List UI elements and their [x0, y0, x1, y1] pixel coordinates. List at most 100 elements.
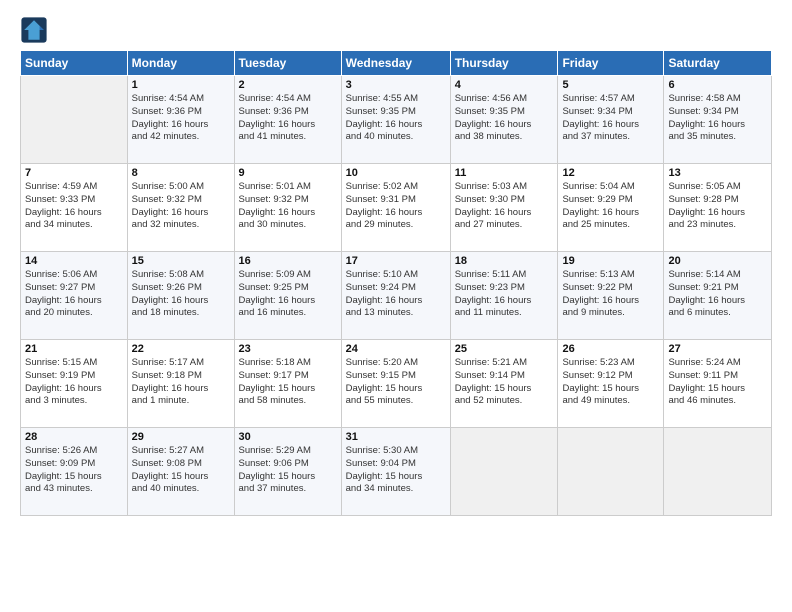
day-number: 14 [25, 255, 123, 267]
day-cell [558, 428, 664, 516]
col-header-tuesday: Tuesday [234, 51, 341, 76]
day-cell [21, 76, 128, 164]
day-info: Sunrise: 5:24 AM Sunset: 9:11 PM Dayligh… [668, 357, 767, 408]
day-cell: 3Sunrise: 4:55 AM Sunset: 9:35 PM Daylig… [341, 76, 450, 164]
day-info: Sunrise: 5:14 AM Sunset: 9:21 PM Dayligh… [668, 269, 767, 320]
day-info: Sunrise: 5:23 AM Sunset: 9:12 PM Dayligh… [562, 357, 659, 408]
week-row-4: 28 Sunrise: 5:26 AM Sunset: 9:09 PM Dayli… [21, 428, 772, 516]
day-info: Sunrise: 5:27 AM Sunset: 9:08 PM Dayligh… [132, 445, 230, 496]
day-number: 26 [562, 343, 659, 355]
day-cell: 11 Sunrise: 5:03 AM Sunset: 9:30 PM Dayli… [450, 164, 558, 252]
calendar: SundayMondayTuesdayWednesdayThursdayFrid… [20, 50, 772, 516]
day-number: 30 [239, 431, 337, 443]
day-info: Sunrise: 5:09 AM Sunset: 9:25 PM Dayligh… [239, 269, 337, 320]
calendar-header: SundayMondayTuesdayWednesdayThursdayFrid… [21, 51, 772, 76]
col-header-thursday: Thursday [450, 51, 558, 76]
day-number: 9 [239, 167, 337, 179]
day-number: 6 [668, 79, 767, 91]
day-info: Sunrise: 5:13 AM Sunset: 9:22 PM Dayligh… [562, 269, 659, 320]
day-number: 16 [239, 255, 337, 267]
header [20, 16, 772, 44]
day-number: 5 [562, 79, 659, 91]
day-info: Sunrise: 5:00 AM Sunset: 9:32 PM Dayligh… [132, 181, 230, 232]
day-info: Sunrise: 5:11 AM Sunset: 9:23 PM Dayligh… [455, 269, 554, 320]
day-info: Sunrise: 4:59 AM Sunset: 9:33 PM Dayligh… [25, 181, 123, 232]
day-number: 2 [239, 79, 337, 91]
day-info: Sunrise: 5:06 AM Sunset: 9:27 PM Dayligh… [25, 269, 123, 320]
col-header-sunday: Sunday [21, 51, 128, 76]
page: SundayMondayTuesdayWednesdayThursdayFrid… [0, 0, 792, 612]
day-cell: 15 Sunrise: 5:08 AM Sunset: 9:26 PM Dayli… [127, 252, 234, 340]
day-cell: 7 Sunrise: 4:59 AM Sunset: 9:33 PM Daylig… [21, 164, 128, 252]
col-header-friday: Friday [558, 51, 664, 76]
day-info: Sunrise: 4:55 AM Sunset: 9:35 PM Dayligh… [346, 93, 446, 144]
day-cell: 4 Sunrise: 4:56 AM Sunset: 9:35 PM Daylig… [450, 76, 558, 164]
day-info: Sunrise: 4:58 AM Sunset: 9:34 PM Dayligh… [668, 93, 767, 144]
day-info: Sunrise: 5:08 AM Sunset: 9:26 PM Dayligh… [132, 269, 230, 320]
day-cell: 9 Sunrise: 5:01 AM Sunset: 9:32 PM Daylig… [234, 164, 341, 252]
day-cell: 21 Sunrise: 5:15 AM Sunset: 9:19 PM Dayli… [21, 340, 128, 428]
day-info: Sunrise: 4:54 AM Sunset: 9:36 PM Dayligh… [132, 93, 230, 144]
header-row: SundayMondayTuesdayWednesdayThursdayFrid… [21, 51, 772, 76]
week-row-3: 21 Sunrise: 5:15 AM Sunset: 9:19 PM Dayli… [21, 340, 772, 428]
day-info: Sunrise: 4:56 AM Sunset: 9:35 PM Dayligh… [455, 93, 554, 144]
day-number: 15 [132, 255, 230, 267]
week-row-1: 7 Sunrise: 4:59 AM Sunset: 9:33 PM Daylig… [21, 164, 772, 252]
day-cell: 1 Sunrise: 4:54 AM Sunset: 9:36 PM Daylig… [127, 76, 234, 164]
day-cell: 17Sunrise: 5:10 AM Sunset: 9:24 PM Dayli… [341, 252, 450, 340]
day-info: Sunrise: 4:54 AM Sunset: 9:36 PM Dayligh… [239, 93, 337, 144]
day-number: 11 [455, 167, 554, 179]
week-row-0: 1 Sunrise: 4:54 AM Sunset: 9:36 PM Daylig… [21, 76, 772, 164]
day-info: Sunrise: 5:01 AM Sunset: 9:32 PM Dayligh… [239, 181, 337, 232]
day-cell: 24Sunrise: 5:20 AM Sunset: 9:15 PM Dayli… [341, 340, 450, 428]
day-info: Sunrise: 5:26 AM Sunset: 9:09 PM Dayligh… [25, 445, 123, 496]
day-cell: 2 Sunrise: 4:54 AM Sunset: 9:36 PM Daylig… [234, 76, 341, 164]
day-cell: 14 Sunrise: 5:06 AM Sunset: 9:27 PM Dayli… [21, 252, 128, 340]
day-info: Sunrise: 5:02 AM Sunset: 9:31 PM Dayligh… [346, 181, 446, 232]
day-number: 25 [455, 343, 554, 355]
day-cell: 30 Sunrise: 5:29 AM Sunset: 9:06 PM Dayli… [234, 428, 341, 516]
day-number: 1 [132, 79, 230, 91]
day-cell: 16 Sunrise: 5:09 AM Sunset: 9:25 PM Dayli… [234, 252, 341, 340]
col-header-monday: Monday [127, 51, 234, 76]
day-cell: 28 Sunrise: 5:26 AM Sunset: 9:09 PM Dayli… [21, 428, 128, 516]
day-number: 18 [455, 255, 554, 267]
day-cell: 22 Sunrise: 5:17 AM Sunset: 9:18 PM Dayli… [127, 340, 234, 428]
day-cell: 13 Sunrise: 5:05 AM Sunset: 9:28 PM Dayli… [664, 164, 772, 252]
day-number: 17 [346, 255, 446, 267]
day-info: Sunrise: 5:05 AM Sunset: 9:28 PM Dayligh… [668, 181, 767, 232]
day-info: Sunrise: 5:15 AM Sunset: 9:19 PM Dayligh… [25, 357, 123, 408]
day-cell: 26 Sunrise: 5:23 AM Sunset: 9:12 PM Dayli… [558, 340, 664, 428]
day-number: 21 [25, 343, 123, 355]
day-cell: 23 Sunrise: 5:18 AM Sunset: 9:17 PM Dayli… [234, 340, 341, 428]
day-info: Sunrise: 5:04 AM Sunset: 9:29 PM Dayligh… [562, 181, 659, 232]
col-header-wednesday: Wednesday [341, 51, 450, 76]
day-number: 22 [132, 343, 230, 355]
day-cell: 18 Sunrise: 5:11 AM Sunset: 9:23 PM Dayli… [450, 252, 558, 340]
day-info: Sunrise: 5:03 AM Sunset: 9:30 PM Dayligh… [455, 181, 554, 232]
day-cell: 29 Sunrise: 5:27 AM Sunset: 9:08 PM Dayli… [127, 428, 234, 516]
calendar-body: 1 Sunrise: 4:54 AM Sunset: 9:36 PM Daylig… [21, 76, 772, 516]
day-info: Sunrise: 5:29 AM Sunset: 9:06 PM Dayligh… [239, 445, 337, 496]
day-cell: 10Sunrise: 5:02 AM Sunset: 9:31 PM Dayli… [341, 164, 450, 252]
logo-icon [20, 16, 48, 44]
day-number: 7 [25, 167, 123, 179]
day-number: 20 [668, 255, 767, 267]
day-info: Sunrise: 5:18 AM Sunset: 9:17 PM Dayligh… [239, 357, 337, 408]
day-number: 13 [668, 167, 767, 179]
day-number: 28 [25, 431, 123, 443]
week-row-2: 14 Sunrise: 5:06 AM Sunset: 9:27 PM Dayli… [21, 252, 772, 340]
day-info: Sunrise: 5:20 AM Sunset: 9:15 PM Dayligh… [346, 357, 446, 408]
day-number: 23 [239, 343, 337, 355]
day-cell: 25 Sunrise: 5:21 AM Sunset: 9:14 PM Dayli… [450, 340, 558, 428]
day-info: Sunrise: 5:17 AM Sunset: 9:18 PM Dayligh… [132, 357, 230, 408]
day-number: 8 [132, 167, 230, 179]
day-cell: 20 Sunrise: 5:14 AM Sunset: 9:21 PM Dayli… [664, 252, 772, 340]
day-cell: 12Sunrise: 5:04 AM Sunset: 9:29 PM Dayli… [558, 164, 664, 252]
day-number: 29 [132, 431, 230, 443]
day-info: Sunrise: 5:21 AM Sunset: 9:14 PM Dayligh… [455, 357, 554, 408]
day-cell: 8 Sunrise: 5:00 AM Sunset: 9:32 PM Daylig… [127, 164, 234, 252]
day-number: 4 [455, 79, 554, 91]
day-number: 31 [346, 431, 446, 443]
day-cell: 27Sunrise: 5:24 AM Sunset: 9:11 PM Dayli… [664, 340, 772, 428]
